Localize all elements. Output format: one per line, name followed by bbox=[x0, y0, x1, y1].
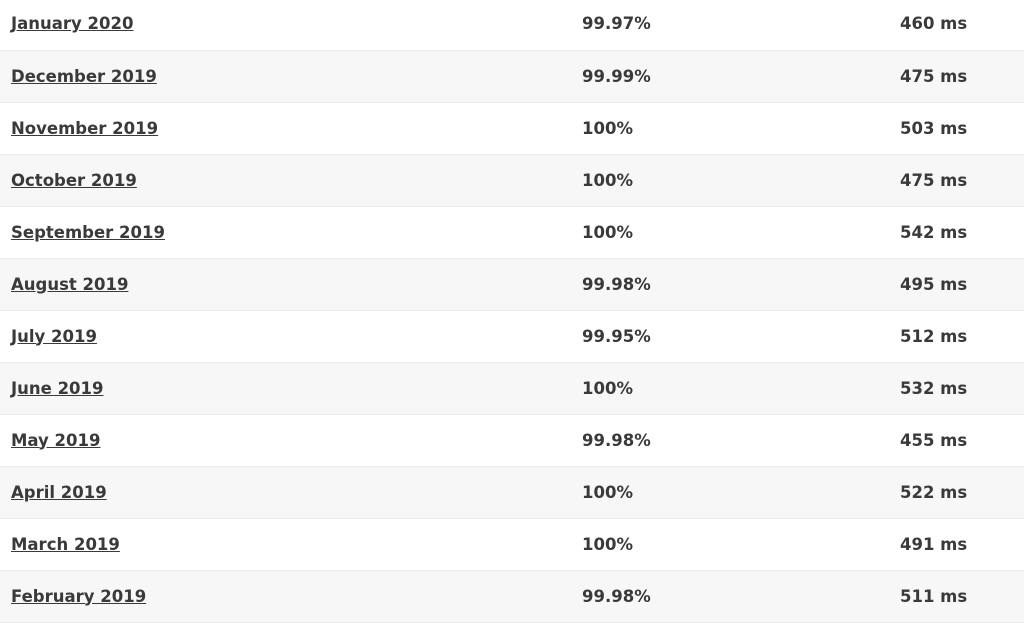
month-cell: June 2019 bbox=[0, 362, 582, 415]
response-time-cell: 512 ms bbox=[900, 310, 1024, 363]
uptime-cell: 99.98% bbox=[582, 570, 900, 623]
response-time-cell: 491 ms bbox=[900, 518, 1024, 571]
response-time-cell: 542 ms bbox=[900, 206, 1024, 259]
table-row: May 2019 99.98% 455 ms bbox=[0, 414, 1024, 467]
month-link[interactable]: May 2019 bbox=[11, 431, 100, 450]
uptime-cell: 99.95% bbox=[582, 310, 900, 363]
response-time-cell: 460 ms bbox=[900, 0, 1024, 51]
month-cell: December 2019 bbox=[0, 50, 582, 103]
uptime-cell: 100% bbox=[582, 154, 900, 207]
uptime-cell: 99.98% bbox=[582, 414, 900, 467]
response-time-cell: 503 ms bbox=[900, 102, 1024, 155]
response-time-cell: 532 ms bbox=[900, 362, 1024, 415]
uptime-table: January 2020 99.97% 460 ms December 2019 … bbox=[0, 0, 1024, 623]
month-cell: February 2019 bbox=[0, 570, 582, 623]
table-row: February 2019 99.98% 511 ms bbox=[0, 570, 1024, 623]
month-cell: April 2019 bbox=[0, 466, 582, 519]
month-cell: July 2019 bbox=[0, 310, 582, 363]
uptime-cell: 99.99% bbox=[582, 50, 900, 103]
month-link[interactable]: July 2019 bbox=[11, 327, 97, 346]
response-time-cell: 495 ms bbox=[900, 258, 1024, 311]
month-link[interactable]: November 2019 bbox=[11, 119, 158, 138]
uptime-cell: 100% bbox=[582, 518, 900, 571]
response-time-cell: 511 ms bbox=[900, 570, 1024, 623]
table-row: October 2019 100% 475 ms bbox=[0, 154, 1024, 207]
table-row: November 2019 100% 503 ms bbox=[0, 102, 1024, 155]
month-link[interactable]: September 2019 bbox=[11, 223, 165, 242]
uptime-cell: 100% bbox=[582, 102, 900, 155]
table-row: June 2019 100% 532 ms bbox=[0, 362, 1024, 415]
uptime-cell: 100% bbox=[582, 466, 900, 519]
table-row: July 2019 99.95% 512 ms bbox=[0, 310, 1024, 363]
uptime-cell: 100% bbox=[582, 362, 900, 415]
month-link[interactable]: April 2019 bbox=[11, 483, 107, 502]
month-cell: March 2019 bbox=[0, 518, 582, 571]
month-cell: October 2019 bbox=[0, 154, 582, 207]
month-link[interactable]: October 2019 bbox=[11, 171, 137, 190]
response-time-cell: 455 ms bbox=[900, 414, 1024, 467]
uptime-cell: 100% bbox=[582, 206, 900, 259]
month-cell: January 2020 bbox=[0, 0, 582, 51]
month-link[interactable]: March 2019 bbox=[11, 535, 120, 554]
month-cell: August 2019 bbox=[0, 258, 582, 311]
response-time-cell: 522 ms bbox=[900, 466, 1024, 519]
table-row: March 2019 100% 491 ms bbox=[0, 518, 1024, 571]
month-cell: November 2019 bbox=[0, 102, 582, 155]
response-time-cell: 475 ms bbox=[900, 154, 1024, 207]
uptime-cell: 99.98% bbox=[582, 258, 900, 311]
month-link[interactable]: February 2019 bbox=[11, 587, 146, 606]
table-row: January 2020 99.97% 460 ms bbox=[0, 0, 1024, 51]
table-row: April 2019 100% 522 ms bbox=[0, 466, 1024, 519]
month-link[interactable]: December 2019 bbox=[11, 67, 157, 86]
uptime-cell: 99.97% bbox=[582, 0, 900, 51]
table-row: September 2019 100% 542 ms bbox=[0, 206, 1024, 259]
month-cell: September 2019 bbox=[0, 206, 582, 259]
month-link[interactable]: January 2020 bbox=[11, 14, 133, 33]
month-link[interactable]: June 2019 bbox=[11, 379, 104, 398]
table-row: December 2019 99.99% 475 ms bbox=[0, 50, 1024, 103]
table-row: August 2019 99.98% 495 ms bbox=[0, 258, 1024, 311]
response-time-cell: 475 ms bbox=[900, 50, 1024, 103]
month-link[interactable]: August 2019 bbox=[11, 275, 128, 294]
month-cell: May 2019 bbox=[0, 414, 582, 467]
